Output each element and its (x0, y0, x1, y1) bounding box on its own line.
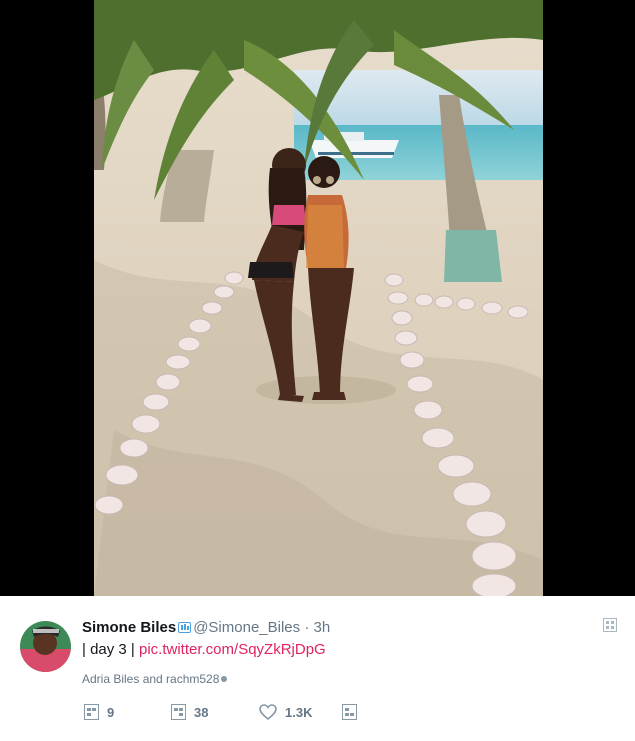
reply-icon (84, 704, 99, 720)
meta-separator: · (304, 619, 310, 636)
tagged-users-label: Adria Biles and rachm528 (82, 672, 220, 686)
beach-photo (94, 0, 543, 596)
tweet-media-link[interactable]: pic.twitter.com/SqyZkRjDpG (139, 641, 326, 658)
retweet-button[interactable]: 38 (171, 704, 208, 720)
like-count: 1.3K (285, 704, 313, 720)
direct-message-icon (342, 704, 357, 720)
tagged-users[interactable]: Adria Biles and rachm528 (82, 672, 228, 686)
tweet-photo[interactable] (94, 0, 543, 596)
heart-icon (259, 704, 277, 720)
tweet-menu-button[interactable] (603, 618, 617, 637)
display-name[interactable]: Simone Biles (82, 619, 176, 636)
tweet-media[interactable] (0, 0, 635, 596)
reply-count: 9 (107, 704, 115, 720)
reply-button[interactable]: 9 (84, 704, 114, 720)
verified-badge-icon (178, 622, 192, 633)
tweet-timestamp[interactable]: 3h (314, 619, 331, 636)
tweet-actions: 9 38 1.3K (0, 704, 635, 726)
like-button[interactable]: 1.3K (259, 704, 312, 720)
avatar[interactable] (20, 621, 71, 672)
tweet-text-prefix: | day 3 | (82, 641, 139, 658)
tweet-header: Simone Biles @Simone_Biles · 3h (82, 619, 330, 637)
retweet-count: 38 (194, 704, 209, 720)
info-dot-icon (221, 676, 228, 682)
avatar-image (20, 621, 71, 672)
tweet-text: | day 3 | pic.twitter.com/SqyZkRjDpG (82, 641, 326, 659)
chevron-down-icon (603, 618, 617, 632)
user-handle[interactable]: @Simone_Biles (193, 619, 300, 636)
direct-message-button[interactable] (342, 704, 365, 720)
retweet-icon (171, 704, 186, 720)
